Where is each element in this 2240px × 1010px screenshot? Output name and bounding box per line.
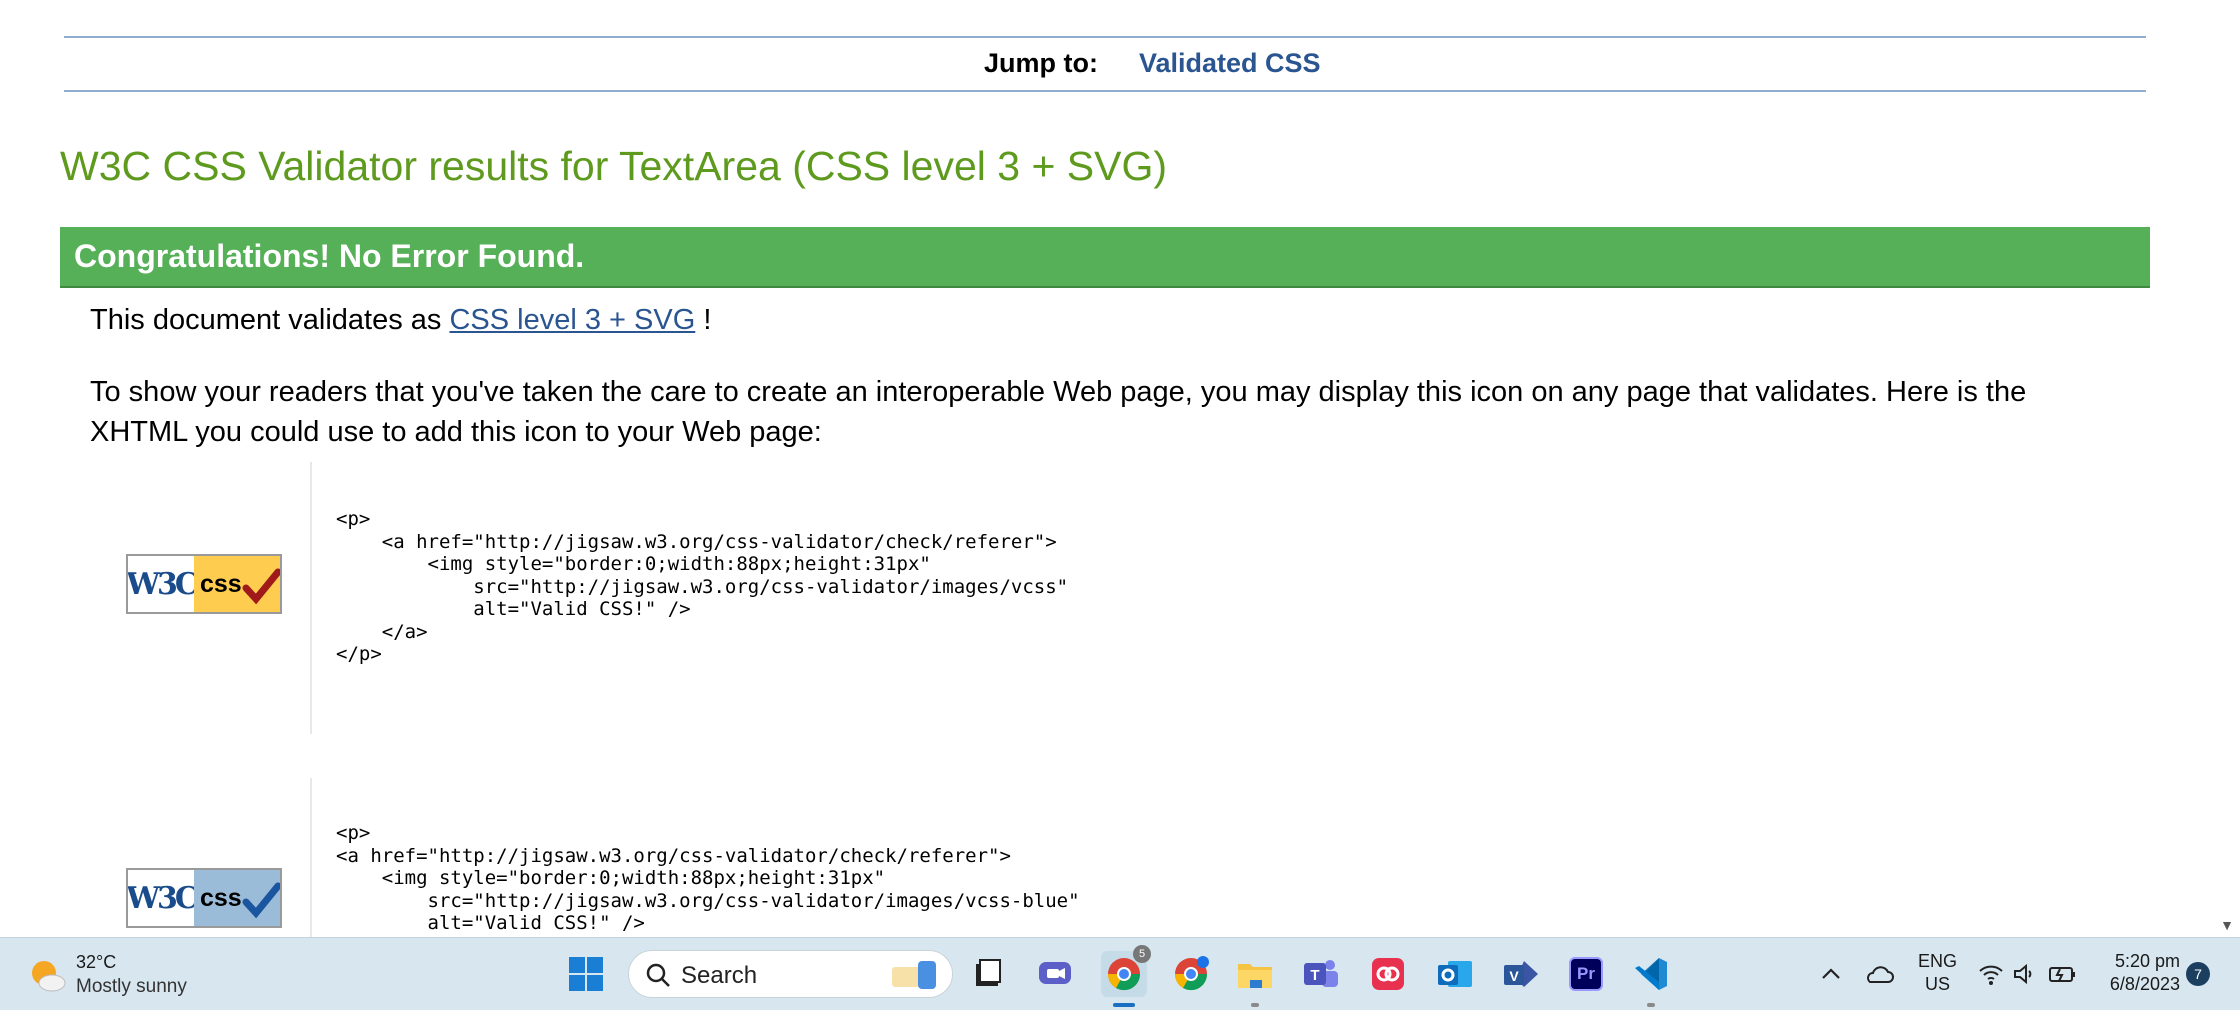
search-icon [646, 963, 670, 987]
icon-cell: W3C css [90, 778, 310, 937]
wifi-icon[interactable] [1978, 962, 2004, 986]
premiere-label: Pr [1569, 957, 1603, 991]
active-indicator [1113, 1003, 1135, 1007]
chrome-icon[interactable]: 5 [1101, 945, 1151, 1007]
chevron-up-icon[interactable] [1820, 964, 1842, 984]
chrome-canary-icon[interactable] [1168, 951, 1214, 997]
code-snippet: <p> <a href="http://jigsaw.w3.org/css-va… [310, 462, 1068, 734]
visio-icon[interactable]: V [1498, 951, 1544, 997]
validated-css-link[interactable]: Validated CSS [1139, 48, 1321, 79]
weather-desc: Mostly sunny [76, 976, 187, 997]
clock-time: 5:20 pm [2114, 951, 2180, 971]
code-snippet: <p> <a href="http://jigsaw.w3.org/css-va… [310, 778, 1080, 937]
lang-line2: US [1925, 974, 1951, 994]
search-highlight-icon [892, 961, 936, 989]
svg-text:T: T [1310, 967, 1319, 984]
language-indicator[interactable]: ENG US [1918, 950, 1957, 996]
taskbar: 32°C Mostly sunny Search 5 T V Pr ENG US… [0, 937, 2240, 1010]
valid-css-gold-badge[interactable]: W3C css [126, 554, 282, 614]
info-paragraph: To show your readers that you've taken t… [90, 376, 2027, 448]
validates-suffix: ! [695, 304, 712, 336]
running-indicator [1251, 1003, 1259, 1007]
sun-cloud-icon[interactable] [28, 958, 66, 992]
css-level-link[interactable]: CSS level 3 + SVG [449, 304, 695, 336]
validates-prefix: This document validates as [90, 304, 450, 336]
valid-css-blue-badge[interactable]: W3C css [126, 868, 282, 928]
jump-bar: Jump to: Validated CSS [64, 36, 2146, 92]
clock[interactable]: 5:20 pm 6/8/2023 [2100, 950, 2180, 996]
code-text: <p> <a href="http://jigsaw.w3.org/css-va… [336, 822, 1080, 934]
teams-icon[interactable]: T [1298, 951, 1344, 997]
running-indicator [1647, 1003, 1655, 1007]
weather-temp: 32°C [76, 952, 117, 972]
notification-badge[interactable]: 7 [2186, 962, 2210, 986]
browser-content: Jump to: Validated CSS W3C CSS Validator… [0, 0, 2240, 937]
lang-line1: ENG [1918, 951, 1958, 971]
w3c-logo-text: W3C [128, 870, 199, 926]
scroll-down-arrow-icon[interactable]: ▼ [2220, 917, 2234, 933]
windows-start-icon[interactable] [563, 951, 609, 997]
search-label: Search [681, 962, 758, 989]
css-badge-panel: css [194, 870, 280, 926]
css-badge-text: css [200, 569, 242, 598]
validates-text: This document validates as CSS level 3 +… [90, 304, 711, 337]
speaker-icon[interactable] [2012, 962, 2036, 986]
icon-block-blue: W3C css <p> <a href="http://jigsaw.w3.or… [90, 778, 2130, 937]
css-badge-text: css [200, 883, 242, 912]
search-box[interactable]: Search [628, 950, 953, 998]
chrome-badge: 5 [1133, 945, 1151, 963]
red-check-icon [242, 568, 280, 605]
icon-cell: W3C css [90, 462, 310, 734]
file-explorer-icon[interactable] [965, 951, 1011, 997]
css-badge-panel: css [194, 556, 280, 612]
w3c-logo-text: W3C [128, 556, 199, 612]
icon-block-gold: W3C css <p> <a href="http://jigsaw.w3.or… [90, 462, 2130, 734]
vscode-icon[interactable] [1628, 951, 1674, 1007]
congrats-banner: Congratulations! No Error Found. [60, 227, 2150, 288]
clock-date: 6/8/2023 [2109, 974, 2180, 994]
chat-icon[interactable] [1032, 951, 1078, 997]
folder-icon[interactable] [1232, 951, 1278, 1007]
creative-cloud-icon[interactable] [1365, 951, 1411, 997]
page-title: W3C CSS Validator results for TextArea (… [60, 143, 1168, 189]
battery-icon[interactable] [2048, 964, 2076, 984]
onedrive-icon[interactable] [1864, 964, 1894, 984]
code-text: <p> <a href="http://jigsaw.w3.org/css-va… [336, 508, 1069, 665]
congrats-text: Congratulations! No Error Found. [74, 238, 585, 274]
blue-check-icon [242, 882, 280, 919]
jump-label: Jump to: [984, 48, 1098, 78]
premiere-icon[interactable]: Pr [1563, 951, 1609, 997]
outlook-icon[interactable] [1432, 951, 1478, 997]
svg-text:V: V [1509, 968, 1519, 984]
